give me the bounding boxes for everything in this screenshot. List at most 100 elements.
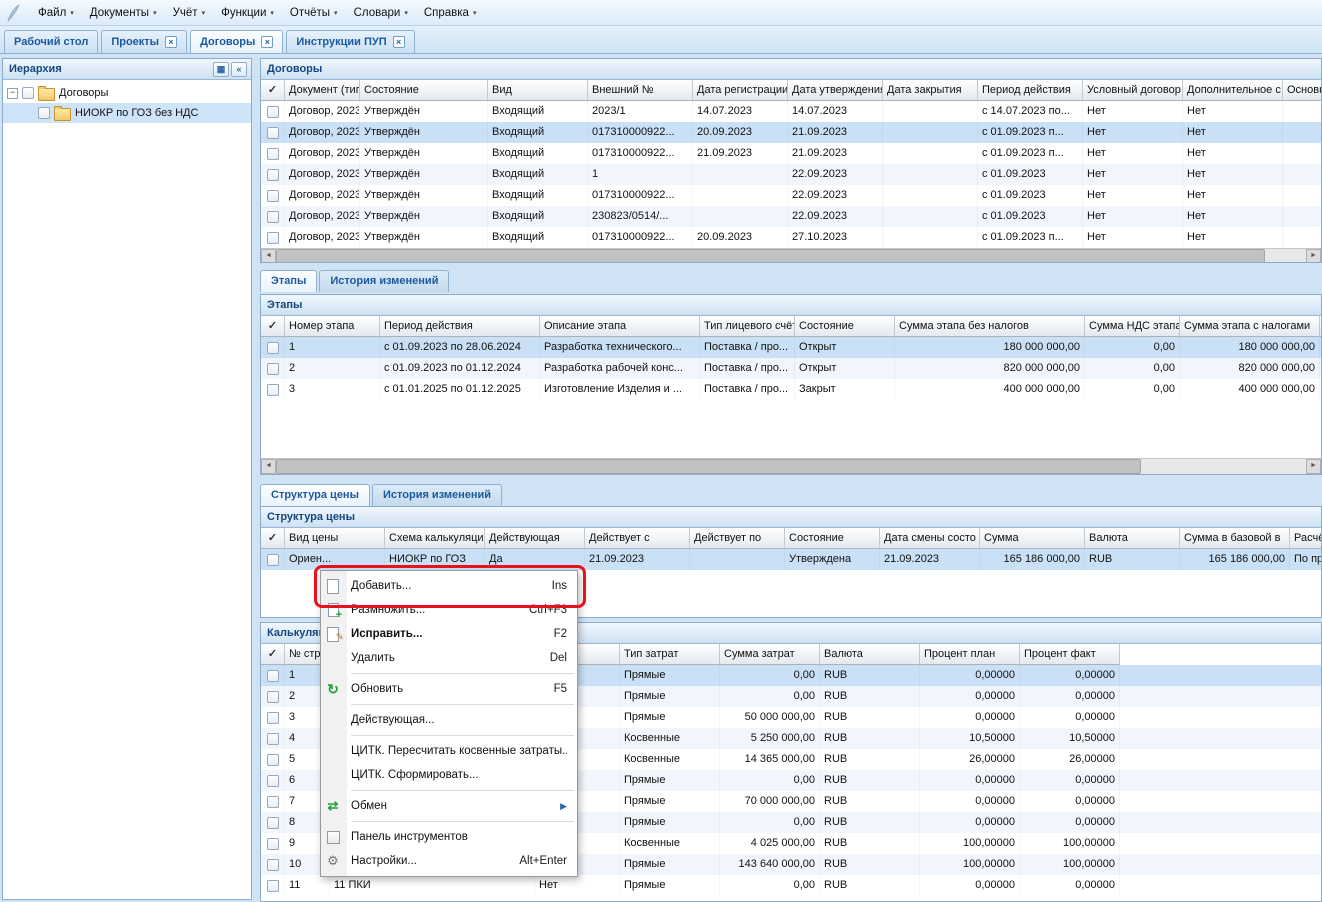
column-header[interactable]: Тип лицевого счёт — [700, 316, 795, 337]
menubar-item[interactable]: Словари▾ — [346, 4, 416, 22]
scroll-left-button[interactable]: ◄ — [261, 249, 276, 263]
main-tab[interactable]: Рабочий стол — [4, 30, 98, 53]
table-row[interactable]: Договор, 2023/...УтверждёнВходящий017310… — [261, 143, 1321, 164]
row-checkbox[interactable] — [267, 169, 279, 181]
context-menu-item[interactable]: ОбновитьF5 — [321, 677, 577, 701]
column-header[interactable]: Действует с — [585, 528, 690, 549]
context-menu-item[interactable]: УдалитьDel — [321, 646, 577, 670]
table-row[interactable]: Договор, 2023/...УтверждёнВходящий230823… — [261, 206, 1321, 227]
hierarchy-grid-button[interactable]: ▦ — [213, 62, 229, 77]
column-header[interactable]: Условный договор — [1083, 80, 1183, 101]
row-checkbox[interactable] — [267, 691, 279, 703]
row-checkbox[interactable] — [267, 554, 279, 566]
tab-close-icon[interactable]: × — [165, 36, 177, 48]
context-menu-item[interactable]: Панель инструментов — [321, 825, 577, 849]
column-header[interactable]: Описание этапа — [540, 316, 700, 337]
context-menu-item[interactable]: Добавить...Ins — [321, 574, 577, 598]
column-header[interactable]: Дополнительное с — [1183, 80, 1283, 101]
tree-node[interactable]: НИОКР по ГОЗ без НДС — [3, 103, 251, 123]
table-row[interactable]: Договор, 2023/...УтверждёнВходящий2023/1… — [261, 101, 1321, 122]
context-menu-item[interactable]: ЦИТК. Сформировать... — [321, 763, 577, 787]
menubar-item[interactable]: Функции▾ — [213, 4, 282, 22]
row-checkbox[interactable] — [267, 859, 279, 871]
table-row[interactable]: Договор, 2023/...УтверждёнВходящий017310… — [261, 122, 1321, 143]
tree-checkbox[interactable] — [22, 87, 34, 99]
column-header[interactable]: Дата утверждения — [788, 80, 883, 101]
column-header[interactable]: Период действия — [380, 316, 540, 337]
column-header[interactable]: ✓ — [261, 644, 285, 665]
context-menu-item[interactable]: Действующая... — [321, 708, 577, 732]
row-checkbox[interactable] — [267, 106, 279, 118]
table-row[interactable]: Договор, 2023/...УтверждёнВходящий017310… — [261, 185, 1321, 206]
tab-close-icon[interactable]: × — [393, 36, 405, 48]
column-header[interactable]: Сумма в базовой в — [1180, 528, 1290, 549]
main-tab[interactable]: Договоры× — [190, 30, 283, 53]
row-checkbox[interactable] — [267, 384, 279, 396]
scrollbar-track[interactable] — [276, 459, 1306, 474]
menubar-item[interactable]: Отчёты▾ — [282, 4, 346, 22]
tree-expander-icon[interactable]: − — [7, 88, 18, 99]
row-checkbox[interactable] — [267, 880, 279, 892]
row-checkbox[interactable] — [267, 363, 279, 375]
main-tab[interactable]: Инструкции ПУП× — [286, 30, 414, 53]
table-row[interactable]: Договор, 2023/...УтверждёнВходящий017310… — [261, 227, 1321, 248]
column-header[interactable]: Состояние — [360, 80, 488, 101]
column-header[interactable]: Действующая — [485, 528, 585, 549]
context-menu-item[interactable]: Настройки...Alt+Enter — [321, 849, 577, 873]
context-menu-item[interactable]: Размножить...Ctrl+F3 — [321, 598, 577, 622]
row-checkbox[interactable] — [267, 754, 279, 766]
row-checkbox[interactable] — [267, 342, 279, 354]
tree-node[interactable]: −Договоры — [3, 83, 251, 103]
column-header[interactable]: Дата закрытия — [883, 80, 978, 101]
column-header[interactable]: Процент план — [920, 644, 1020, 665]
scroll-right-button[interactable]: ► — [1306, 249, 1321, 263]
row-checkbox[interactable] — [267, 817, 279, 829]
context-menu-item[interactable]: Обмен▶ — [321, 794, 577, 818]
scroll-left-button[interactable]: ◄ — [261, 459, 276, 474]
section-tab[interactable]: История изменений — [319, 270, 449, 292]
column-header[interactable]: Действует по — [690, 528, 785, 549]
column-header[interactable]: ✓ — [261, 528, 285, 549]
table-row[interactable]: 2с 01.09.2023 по 01.12.2024Разработка ра… — [261, 358, 1321, 379]
section-tab[interactable]: Этапы — [260, 270, 317, 292]
row-checkbox[interactable] — [267, 211, 279, 223]
context-menu-item[interactable]: Исправить...F2 — [321, 622, 577, 646]
column-header[interactable]: Документ (тип, № — [285, 80, 360, 101]
column-header[interactable]: Вид цены — [285, 528, 385, 549]
row-checkbox[interactable] — [267, 712, 279, 724]
column-header[interactable]: Процент факт — [1020, 644, 1120, 665]
row-checkbox[interactable] — [267, 670, 279, 682]
column-header[interactable]: Период действия — [978, 80, 1083, 101]
table-row[interactable]: 1с 01.09.2023 по 28.06.2024Разработка те… — [261, 337, 1321, 358]
contracts-hscrollbar[interactable]: ◄ ► — [261, 248, 1321, 263]
column-header[interactable]: Схема калькуляци — [385, 528, 485, 549]
stages-hscrollbar[interactable]: ◄ ► — [261, 458, 1321, 474]
table-row[interactable]: Договор, 2023/...УтверждёнВходящий122.09… — [261, 164, 1321, 185]
column-header[interactable]: Дата смены состо — [880, 528, 980, 549]
column-header[interactable]: Сумма этапа без налогов — [895, 316, 1085, 337]
row-checkbox[interactable] — [267, 838, 279, 850]
column-header[interactable]: Тип затрат — [620, 644, 720, 665]
column-header[interactable]: Дополн... — [1320, 316, 1321, 337]
row-checkbox[interactable] — [267, 127, 279, 139]
row-checkbox[interactable] — [267, 733, 279, 745]
scrollbar-thumb[interactable] — [276, 459, 1141, 474]
collapse-panel-button[interactable]: « — [231, 62, 247, 77]
table-row[interactable]: Ориен...НИОКР по ГОЗДа21.09.2023Утвержде… — [261, 549, 1321, 570]
section-tab[interactable]: Структура цены — [260, 484, 370, 506]
column-header[interactable]: Сумма НДС этапа — [1085, 316, 1180, 337]
column-header[interactable]: Внешний № — [588, 80, 693, 101]
row-checkbox[interactable] — [267, 796, 279, 808]
menubar-item[interactable]: Справка▾ — [416, 4, 485, 22]
column-header[interactable]: ✓ — [261, 316, 285, 337]
column-header[interactable]: Валюта — [820, 644, 920, 665]
row-checkbox[interactable] — [267, 775, 279, 787]
column-header[interactable]: Номер этапа — [285, 316, 380, 337]
row-checkbox[interactable] — [267, 190, 279, 202]
context-menu-item[interactable]: ЦИТК. Пересчитать косвенные затраты... — [321, 739, 577, 763]
scroll-right-button[interactable]: ► — [1306, 459, 1321, 474]
column-header[interactable]: Валюта — [1085, 528, 1180, 549]
column-header[interactable]: Основн... — [1283, 80, 1321, 101]
menubar-item[interactable]: Файл▾ — [30, 4, 82, 22]
row-checkbox[interactable] — [267, 232, 279, 244]
